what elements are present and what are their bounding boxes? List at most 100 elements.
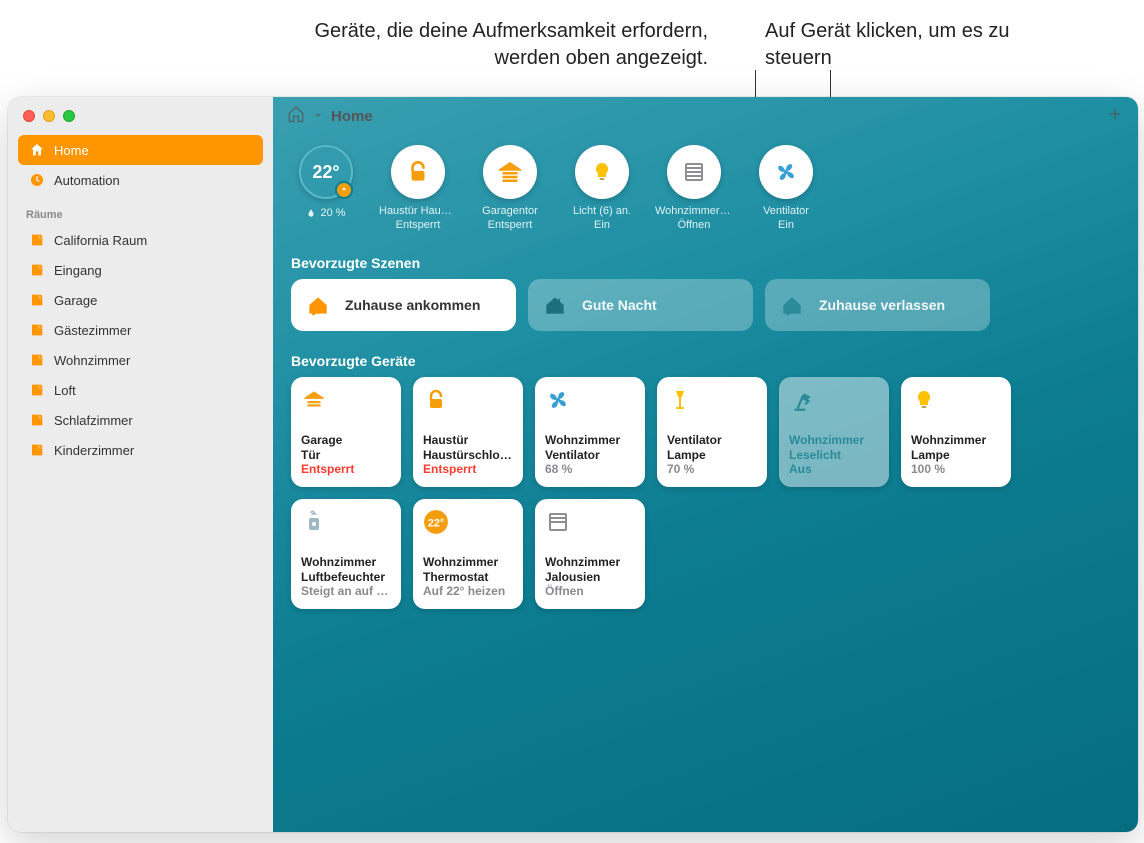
- page-title: Home: [331, 108, 373, 125]
- scenes-list: Zuhause ankommen Gute Nacht Zuhause verlas…: [273, 279, 1138, 331]
- bulb-icon: [911, 387, 937, 413]
- status-item-2[interactable]: Licht (6) an.Ein: [567, 145, 637, 233]
- device-tile-0[interactable]: GarageTürEntsperrt: [291, 377, 401, 487]
- minimize-window[interactable]: [43, 110, 55, 122]
- sidebar-item-label: Gästezimmer: [54, 323, 131, 338]
- room-icon: [28, 321, 46, 339]
- sidebar-item-label: Garage: [54, 293, 97, 308]
- scene-0[interactable]: Zuhause ankommen: [291, 279, 516, 331]
- scene-icon: [777, 290, 807, 320]
- svg-text:22°: 22°: [428, 517, 444, 529]
- device-text: HaustürHaustürschlossEntsperrt: [423, 433, 513, 476]
- status-row: 22° 20 % Haustür Haustür...Entsperrt Gara…: [273, 135, 1138, 233]
- device-text: VentilatorLampe70 %: [667, 433, 757, 476]
- room-icon: [28, 351, 46, 369]
- sidebar-item-label: Automation: [54, 173, 120, 188]
- device-tile-6[interactable]: WohnzimmerLuftbefeuchterSteigt an auf 34…: [291, 499, 401, 609]
- garage-icon: [483, 145, 537, 199]
- window-controls: [8, 97, 273, 135]
- lock-icon: [391, 145, 445, 199]
- device-tile-5[interactable]: WohnzimmerLampe100 %: [901, 377, 1011, 487]
- sidebar-item-label: California Raum: [54, 233, 147, 248]
- device-tile-3[interactable]: VentilatorLampe70 %: [657, 377, 767, 487]
- blinds-icon: [667, 145, 721, 199]
- blinds-icon: [545, 509, 571, 535]
- sidebar-room-1[interactable]: Eingang: [18, 255, 263, 285]
- sidebar-item-label: Kinderzimmer: [54, 443, 134, 458]
- status-item-4[interactable]: VentilatorEin: [751, 145, 821, 233]
- sidebar-item-label: Schlafzimmer: [54, 413, 133, 428]
- callout-control: Auf Gerät klicken, um es zu steuern: [765, 18, 1025, 72]
- desklamp-icon: [789, 387, 815, 413]
- add-button[interactable]: [1106, 105, 1124, 128]
- device-text: GarageTürEntsperrt: [301, 433, 391, 476]
- app-window: Home Automation Räume California RaumEin…: [8, 97, 1138, 832]
- device-tile-4[interactable]: WohnzimmerLeselichtAus: [779, 377, 889, 487]
- status-label: Haustür Haustür...Entsperrt: [379, 205, 457, 233]
- sidebar-item-automation[interactable]: Automation: [18, 165, 263, 195]
- devices-grid: GarageTürEntsperrt HaustürHaustürschlossE…: [273, 377, 1138, 609]
- device-tile-7[interactable]: 22° WohnzimmerThermostatAuf 22° heizen: [413, 499, 523, 609]
- lock-icon: [423, 387, 449, 413]
- sidebar-room-0[interactable]: California Raum: [18, 225, 263, 255]
- chevron-down-icon[interactable]: [313, 107, 323, 125]
- sidebar-item-label: Eingang: [54, 263, 102, 278]
- sidebar-room-5[interactable]: Loft: [18, 375, 263, 405]
- callout-attention: Geräte, die deine Aufmerksamkeit erforde…: [288, 18, 708, 72]
- close-window[interactable]: [23, 110, 35, 122]
- automation-icon: [28, 171, 46, 189]
- humidifier-icon: [301, 509, 327, 535]
- garage-icon: [301, 387, 327, 413]
- scene-icon: [303, 290, 333, 320]
- status-item-3[interactable]: Wohnzimmer Ja...Öffnen: [659, 145, 729, 233]
- room-icon: [28, 261, 46, 279]
- scene-label: Zuhause verlassen: [819, 297, 945, 313]
- sidebar-item-label: Wohnzimmer: [54, 353, 130, 368]
- status-item-0[interactable]: Haustür Haustür...Entsperrt: [383, 145, 453, 233]
- floorlamp-icon: [667, 387, 693, 413]
- sidebar-rooms-list: California Raum Eingang Garage Gästezimmer W…: [8, 225, 273, 465]
- sidebar-item-label: Home: [54, 143, 89, 158]
- device-tile-1[interactable]: HaustürHaustürschlossEntsperrt: [413, 377, 523, 487]
- status-label: Wohnzimmer Ja...Öffnen: [655, 205, 733, 233]
- sidebar-room-6[interactable]: Schlafzimmer: [18, 405, 263, 435]
- device-tile-2[interactable]: WohnzimmerVentilator68 %: [535, 377, 645, 487]
- status-climate[interactable]: 22° 20 %: [291, 145, 361, 219]
- device-text: WohnzimmerVentilator68 %: [545, 433, 635, 476]
- sidebar-item-home[interactable]: Home: [18, 135, 263, 165]
- climate-temp: 22°: [312, 162, 339, 183]
- room-icon: [28, 441, 46, 459]
- sidebar-room-3[interactable]: Gästezimmer: [18, 315, 263, 345]
- scene-label: Zuhause ankommen: [345, 297, 480, 313]
- room-icon: [28, 381, 46, 399]
- scene-icon: [540, 290, 570, 320]
- room-icon: [28, 291, 46, 309]
- devices-header: Bevorzugte Geräte: [273, 331, 1138, 377]
- sidebar: Home Automation Räume California RaumEin…: [8, 97, 273, 832]
- status-label: Licht (6) an.Ein: [573, 205, 631, 233]
- scene-2[interactable]: Zuhause verlassen: [765, 279, 990, 331]
- scenes-header: Bevorzugte Szenen: [273, 233, 1138, 279]
- fan-icon: [759, 145, 813, 199]
- device-tile-8[interactable]: WohnzimmerJalousienÖffnen: [535, 499, 645, 609]
- bulb-icon: [575, 145, 629, 199]
- sidebar-item-label: Loft: [54, 383, 76, 398]
- thermostat-icon: 22°: [423, 509, 449, 535]
- thermostat-icon: 22°: [299, 145, 353, 199]
- status-item-1[interactable]: GaragentorEntsperrt: [475, 145, 545, 233]
- sidebar-room-2[interactable]: Garage: [18, 285, 263, 315]
- scene-label: Gute Nacht: [582, 297, 657, 313]
- sidebar-room-4[interactable]: Wohnzimmer: [18, 345, 263, 375]
- climate-humidity: 20 %: [306, 207, 345, 219]
- status-label: VentilatorEin: [763, 205, 809, 233]
- home-icon: [28, 141, 46, 159]
- heat-badge-icon: [335, 181, 353, 199]
- room-icon: [28, 231, 46, 249]
- scene-1[interactable]: Gute Nacht: [528, 279, 753, 331]
- fan-icon: [545, 387, 571, 413]
- main-content: Home 22° 20 % Haustür Haustür...: [273, 97, 1138, 832]
- home-nav-icon[interactable]: [287, 105, 305, 128]
- zoom-window[interactable]: [63, 110, 75, 122]
- device-text: WohnzimmerThermostatAuf 22° heizen: [423, 555, 513, 598]
- sidebar-room-7[interactable]: Kinderzimmer: [18, 435, 263, 465]
